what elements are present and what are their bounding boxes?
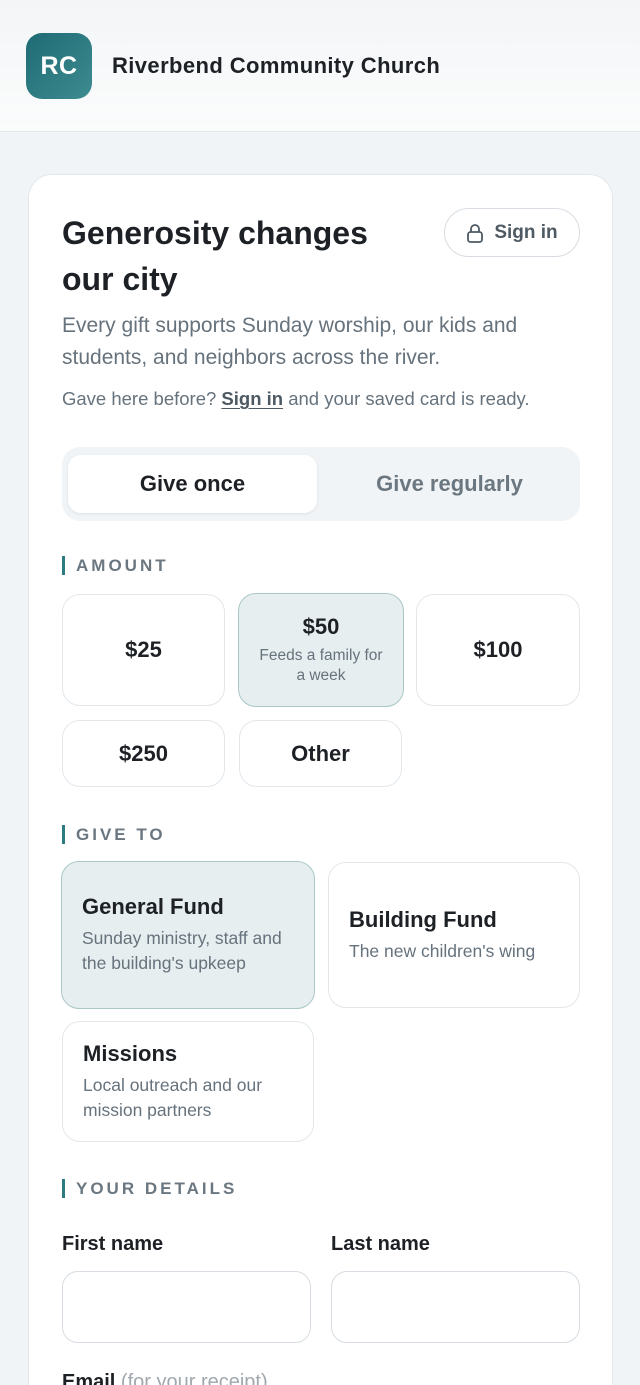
church-logo[interactable]: RC [26,33,92,99]
email-label: Email [62,1371,116,1385]
first-name-label: First name [62,1233,164,1255]
sign-in-link[interactable]: Sign in [221,388,283,409]
amount-option-50[interactable]: $50 Feeds a family for a week [238,593,404,707]
give-once-tab[interactable]: Give once [68,455,317,513]
amount-value: $50 [302,614,340,639]
frequency-toggle: Give once Give regularly [62,447,580,521]
details-section-label: YOUR DETAILS [62,1179,237,1198]
returning-suffix: and your saved card is ready. [288,388,530,409]
church-name: Riverbend Community Church [112,53,441,78]
top-bar: RC Riverbend Community Church [0,0,640,132]
sign-in-label: Sign in [494,221,558,243]
intro-text: Every gift supports Sunday worship, our … [62,314,518,369]
amount-value: $250 [119,740,168,766]
lock-icon [466,223,484,243]
sign-in-button[interactable]: Sign in [444,208,580,257]
returning-prefix: Gave here before? [62,388,217,409]
fund-description: The new children's wing [349,940,536,961]
last-name-field[interactable] [331,1271,580,1343]
fund-option-building[interactable]: Building Fund The new children's wing [328,862,580,1008]
amount-option-25[interactable]: $25 [62,594,225,706]
fund-name: Missions [83,1040,178,1066]
give-to-section-label: GIVE TO [62,825,166,844]
fund-name: Building Fund [349,906,497,932]
returning-giver-text: Gave here before? Sign in and your saved… [62,388,592,410]
last-name-label: Last name [331,1233,430,1255]
fund-option-general[interactable]: General Fund Sunday ministry, staff and … [61,861,315,1009]
amount-value: $25 [125,637,162,662]
fund-description: Sunday ministry, staff and the building'… [82,928,282,973]
page-title: Generosity changes our city [62,215,368,297]
amount-value: Other [291,740,350,766]
giving-card: Generosity changes our city Sign in Ever… [28,174,613,1385]
fund-option-missions[interactable]: Missions Local outreach and our mission … [62,1021,314,1142]
email-label-row: Email (for your receipt) [62,1371,268,1385]
amount-note: Feeds a family for a week [259,647,383,684]
amount-option-250[interactable]: $250 [62,720,225,787]
fund-name: General Fund [82,894,224,919]
email-hint: (for your receipt) [120,1371,268,1385]
fund-description: Local outreach and our mission partners [83,1074,263,1120]
first-name-field[interactable] [62,1271,311,1343]
amount-option-other[interactable]: Other [239,720,402,787]
amount-value: $100 [473,637,523,662]
give-regularly-tab[interactable]: Give regularly [325,455,574,513]
amount-option-100[interactable]: $100 [416,594,580,706]
amount-section-label: AMOUNT [62,556,169,575]
